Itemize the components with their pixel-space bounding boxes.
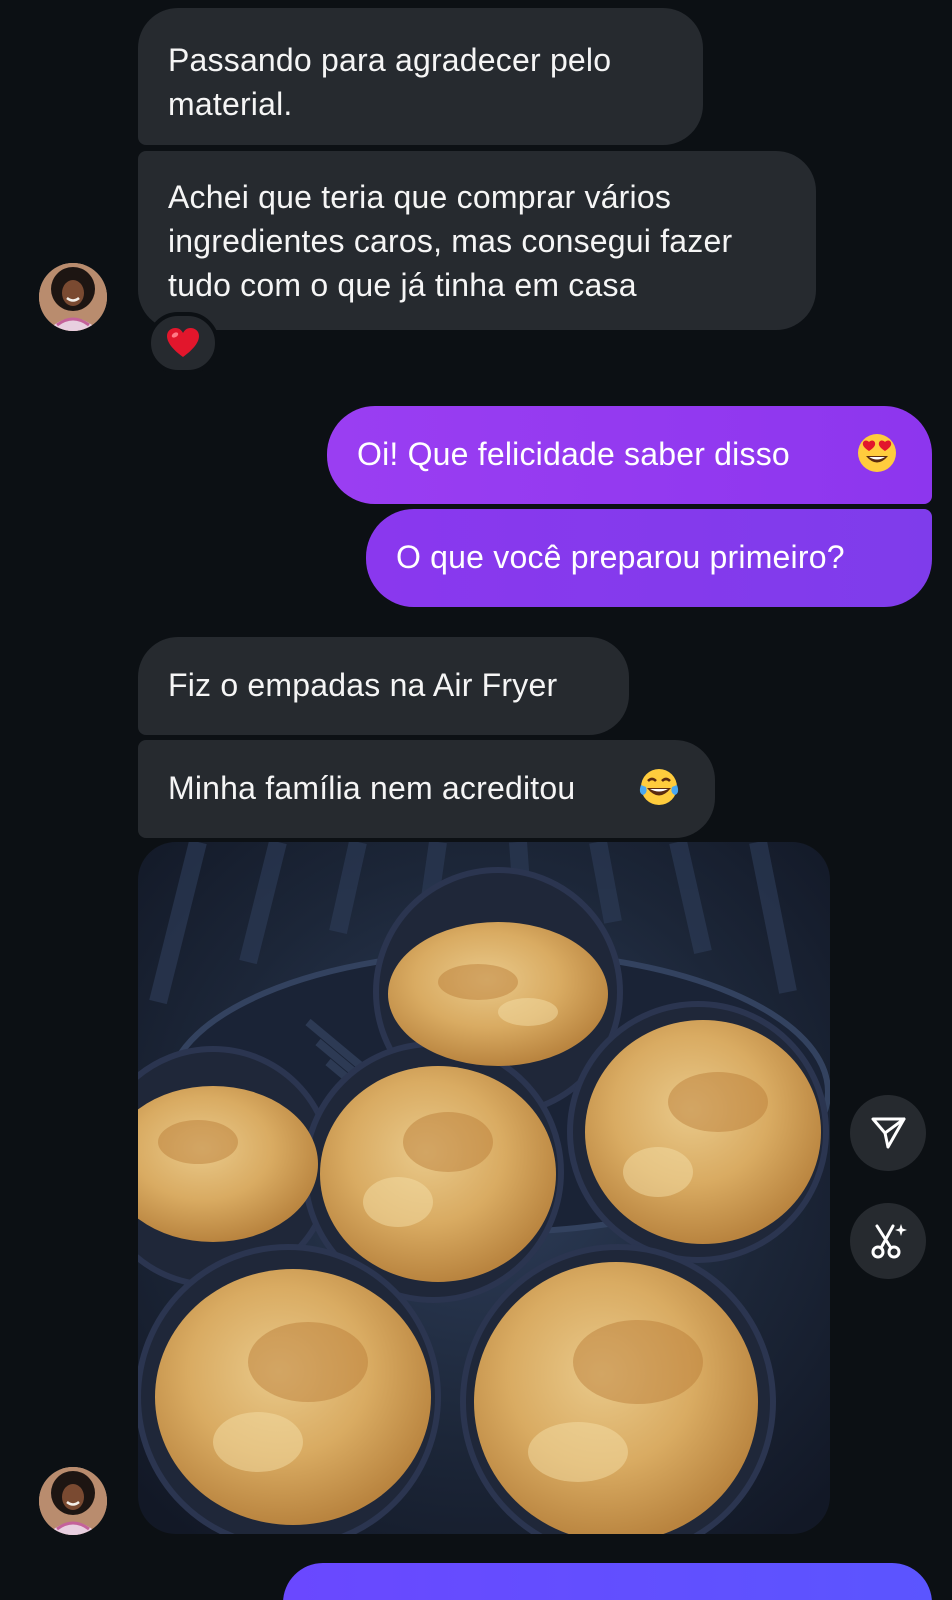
outgoing-message[interactable]: Oi! Que felicidade saber disso [327,406,932,504]
tears-of-joy-emoji [639,769,679,805]
outgoing-message[interactable]: O que você preparou primeiro? [366,509,932,607]
incoming-message[interactable]: Achei que teria que comprar vários ingre… [138,151,816,330]
message-text: Achei que teria que comprar vários ingre… [168,179,733,303]
message-text: Minha família nem acreditou [168,770,576,806]
message-text: Fiz o empadas na Air Fryer [168,667,558,703]
avatar[interactable] [39,263,107,331]
message-text: Passando para agradecer pelo material. [168,42,612,122]
outgoing-message-partial[interactable] [283,1563,932,1600]
message-text: Oi! Que felicidade saber disso [357,436,790,472]
share-button[interactable] [850,1095,926,1171]
incoming-message[interactable]: Fiz o empadas na Air Fryer [138,637,629,735]
heart-eyes-emoji [858,434,896,472]
heart-reaction[interactable] [147,312,219,374]
heart-emoji [167,328,199,357]
incoming-message[interactable]: Passando para agradecer pelo material. [138,8,703,145]
empadas-air-fryer-photo[interactable] [138,842,830,1534]
avatar[interactable] [39,1467,107,1535]
remix-button[interactable] [850,1203,926,1279]
message-text: O que você preparou primeiro? [396,539,845,575]
paper-plane-icon [871,1117,906,1149]
incoming-message[interactable]: Minha família nem acreditou [138,740,715,838]
scissors-sparkle-icon [871,1224,907,1259]
